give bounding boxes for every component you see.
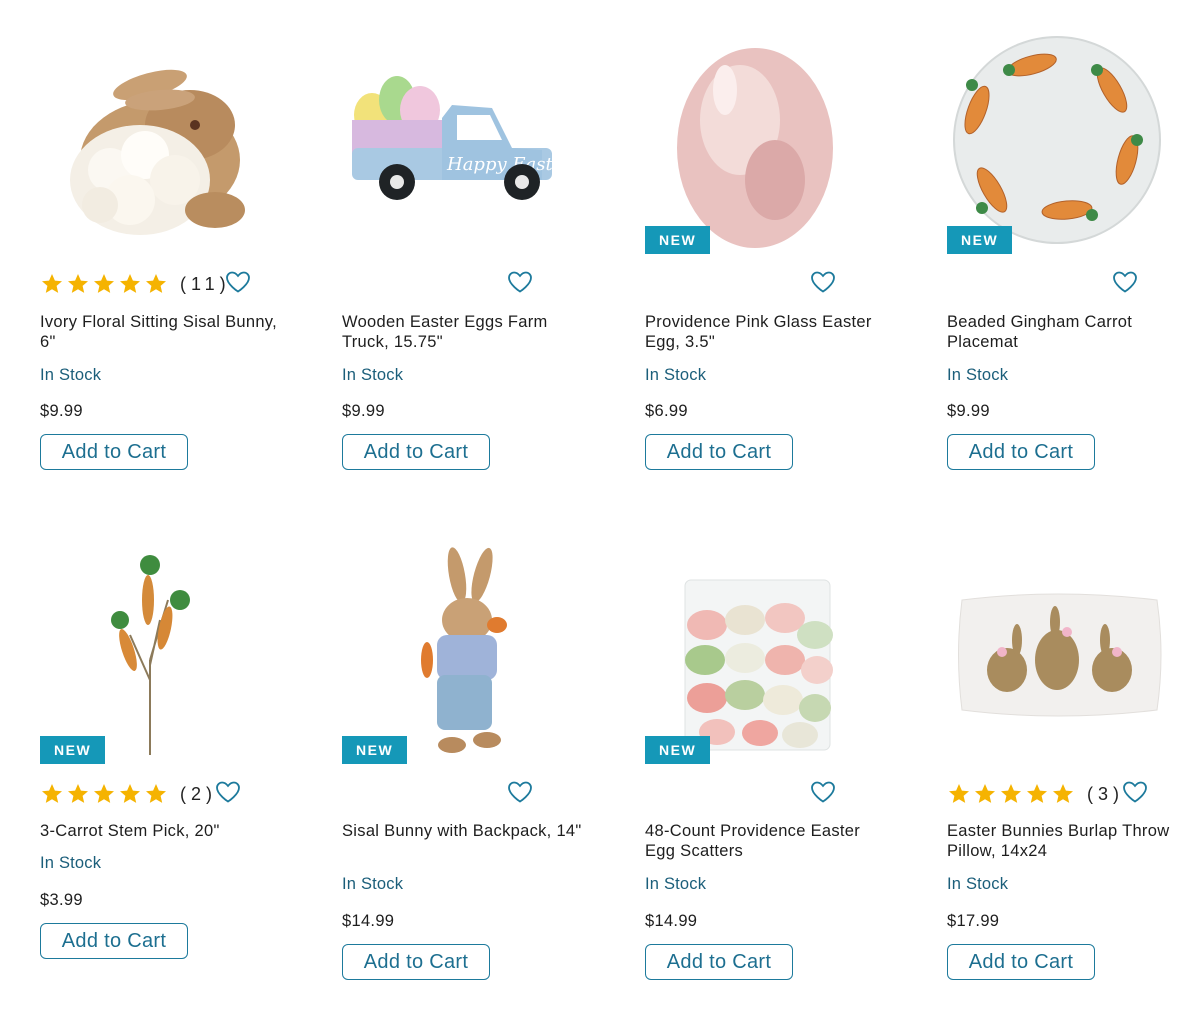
product-card: NEW 48-Count Providence Easter Egg Scatt… — [645, 540, 905, 990]
add-to-cart-button[interactable]: Add to Cart — [645, 434, 793, 470]
product-price: $6.99 — [645, 402, 688, 420]
product-card: (3) Easter Bunnies Burlap Throw Pillow, … — [947, 540, 1200, 990]
product-image[interactable] — [947, 540, 1200, 770]
product-card: Happy Easter Wooden Easter Eggs Farm Tru… — [342, 30, 602, 480]
add-to-cart-button[interactable]: Add to Cart — [645, 944, 793, 980]
product-image[interactable]: NEW — [645, 30, 905, 260]
star-icon — [42, 784, 62, 803]
star-icon — [1001, 784, 1021, 803]
product-image[interactable]: NEW — [40, 540, 300, 770]
star-icon — [94, 784, 114, 803]
wishlist-heart-icon[interactable] — [215, 780, 241, 804]
star-icon — [94, 274, 114, 293]
star-icon — [68, 274, 88, 293]
star-icon — [146, 784, 166, 803]
wishlist-heart-icon[interactable] — [810, 780, 836, 804]
product-card: NEW (2) 3-Carrot Stem Pick, 20" In Stock… — [40, 540, 300, 990]
stock-status: In Stock — [342, 875, 404, 893]
wishlist-heart-icon[interactable] — [507, 270, 533, 294]
wishlist-heart-icon[interactable] — [1112, 270, 1138, 294]
star-icon — [1027, 784, 1047, 803]
add-to-cart-button[interactable]: Add to Cart — [947, 434, 1095, 470]
add-to-cart-button[interactable]: Add to Cart — [342, 944, 490, 980]
sisal-bunny-image — [70, 69, 245, 235]
stock-status: In Stock — [947, 366, 1009, 384]
product-rating: (11) — [40, 272, 231, 296]
add-to-cart-button[interactable]: Add to Cart — [40, 434, 188, 470]
product-title[interactable]: Providence Pink Glass Easter Egg, 3.5" — [645, 312, 895, 352]
easter-truck-image: Happy Easter — [352, 76, 573, 200]
product-price: $9.99 — [40, 402, 83, 420]
product-image[interactable] — [40, 30, 300, 260]
product-title[interactable]: 48-Count Providence Easter Egg Scatters — [645, 821, 895, 861]
product-title[interactable]: Sisal Bunny with Backpack, 14" — [342, 821, 592, 841]
product-price: $9.99 — [947, 402, 990, 420]
add-to-cart-button[interactable]: Add to Cart — [947, 944, 1095, 980]
wishlist-heart-icon[interactable] — [225, 270, 251, 294]
review-count[interactable]: (2) — [180, 784, 217, 805]
product-rating: (2) — [40, 782, 217, 806]
review-count[interactable]: (11) — [180, 274, 231, 295]
product-price: $14.99 — [342, 912, 395, 930]
product-card: NEW Sisal Bunny with Backpack, 14" In St… — [342, 540, 602, 990]
new-badge: NEW — [645, 736, 711, 764]
new-badge: NEW — [40, 736, 106, 764]
product-card: NEW Beaded Gingham Carrot Placemat In St… — [947, 30, 1200, 480]
product-title[interactable]: Ivory Floral Sitting Sisal Bunny, 6" — [40, 312, 290, 352]
product-rating: (3) — [947, 782, 1124, 806]
stock-status: In Stock — [645, 366, 707, 384]
star-icon — [68, 784, 88, 803]
product-image[interactable]: NEW — [947, 30, 1200, 260]
product-price: $14.99 — [645, 912, 698, 930]
rating-stars — [40, 782, 168, 806]
wishlist-heart-icon[interactable] — [507, 780, 533, 804]
review-count[interactable]: (3) — [1087, 784, 1124, 805]
star-icon — [146, 274, 166, 293]
product-image[interactable]: Happy Easter — [342, 30, 602, 260]
product-card: (11) Ivory Floral Sitting Sisal Bunny, 6… — [40, 30, 300, 480]
rating-stars — [947, 782, 1075, 806]
stock-status: In Stock — [947, 875, 1009, 893]
product-price: $17.99 — [947, 912, 1000, 930]
product-card: NEW Providence Pink Glass Easter Egg, 3.… — [645, 30, 905, 480]
bunny-pillow-image — [958, 593, 1162, 717]
product-price: $9.99 — [342, 402, 385, 420]
star-icon — [42, 274, 62, 293]
product-title[interactable]: Beaded Gingham Carrot Placemat — [947, 312, 1197, 352]
add-to-cart-button[interactable]: Add to Cart — [40, 923, 188, 959]
product-title[interactable]: 3-Carrot Stem Pick, 20" — [40, 821, 290, 841]
wishlist-heart-icon[interactable] — [1122, 780, 1148, 804]
stock-status: In Stock — [40, 854, 102, 872]
star-icon — [1053, 784, 1073, 803]
add-to-cart-button[interactable]: Add to Cart — [342, 434, 490, 470]
star-icon — [120, 274, 140, 293]
stock-status: In Stock — [645, 875, 707, 893]
new-badge: NEW — [342, 736, 408, 764]
stock-status: In Stock — [40, 366, 102, 384]
star-icon — [975, 784, 995, 803]
product-image[interactable]: NEW — [342, 540, 602, 770]
new-badge: NEW — [645, 226, 711, 254]
product-title[interactable]: Easter Bunnies Burlap Throw Pillow, 14x2… — [947, 821, 1197, 861]
stock-status: In Stock — [342, 366, 404, 384]
star-icon — [949, 784, 969, 803]
product-image[interactable]: NEW — [645, 540, 905, 770]
wishlist-heart-icon[interactable] — [810, 270, 836, 294]
product-title[interactable]: Wooden Easter Eggs Farm Truck, 15.75" — [342, 312, 592, 352]
product-price: $3.99 — [40, 891, 83, 909]
new-badge: NEW — [947, 226, 1013, 254]
star-icon — [120, 784, 140, 803]
rating-stars — [40, 272, 168, 296]
